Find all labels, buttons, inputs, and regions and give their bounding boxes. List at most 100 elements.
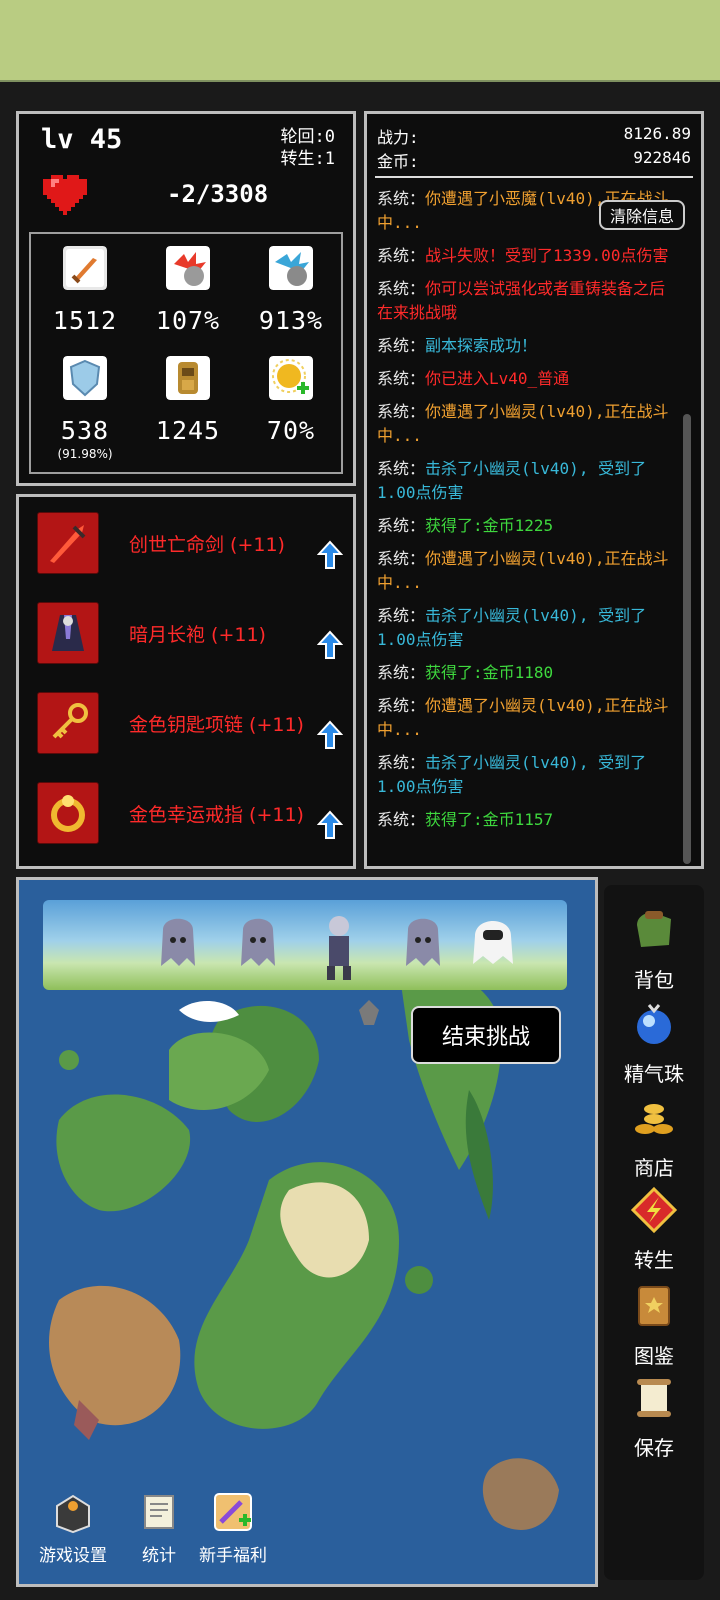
upgrade-arrow-icon[interactable] bbox=[317, 720, 343, 750]
shop-button[interactable]: 商店 bbox=[604, 1093, 704, 1181]
crit-blue-burst-icon bbox=[269, 246, 313, 290]
log-entry: 系统：获得了:金币1180 bbox=[377, 661, 671, 685]
gold-coins-icon bbox=[635, 1104, 673, 1134]
battle-sprites bbox=[161, 916, 513, 980]
log-entry-prefix: 系统： bbox=[377, 369, 426, 388]
upgrade-arrow-icon[interactable] bbox=[317, 630, 343, 660]
upgrade-arrow-icon[interactable] bbox=[317, 540, 343, 570]
equipment-name: 创世亡命剑 (+11) bbox=[129, 534, 285, 556]
log-entry-text: 副本探索成功！ bbox=[425, 336, 538, 355]
log-entry-prefix: 系统： bbox=[377, 402, 426, 421]
gold-ring-icon bbox=[51, 795, 85, 832]
equipment-name: 金色钥匙项链 (+11) bbox=[129, 714, 304, 736]
equipment-slot[interactable]: 金色钥匙项链 (+11) bbox=[37, 692, 347, 754]
log-entry-prefix: 系统： bbox=[377, 810, 426, 829]
bag-button[interactable]: 背包 bbox=[604, 905, 704, 993]
dark-robe-icon bbox=[52, 615, 84, 651]
scroll-save-icon bbox=[637, 1379, 671, 1417]
book-icon bbox=[638, 1286, 670, 1326]
log-entry-prefix: 系统： bbox=[377, 606, 426, 625]
crit-burst-icon bbox=[166, 246, 210, 290]
equipment-panel: 创世亡命剑 (+11) 暗月长袍 (+11) 金色钥匙项链 (+11) 金色幸运… bbox=[16, 494, 356, 869]
log-entry: 系统：战斗失败！受到了1339.00点伤害 bbox=[377, 244, 671, 268]
game-settings-button[interactable]: 游戏设置 bbox=[33, 1490, 113, 1566]
log-entry: 系统：你遭遇了小幽灵(lv40),正在战斗中... bbox=[377, 400, 671, 448]
ghost-enemy-icon bbox=[161, 918, 195, 966]
log-entry-prefix: 系统： bbox=[377, 279, 426, 298]
essence-orb-button[interactable]: 精气珠 bbox=[604, 999, 704, 1087]
log-scrollbar[interactable] bbox=[683, 414, 691, 864]
battle-banner bbox=[43, 900, 567, 990]
hp-value: -2/3308 bbox=[167, 180, 269, 208]
log-entry-text: 获得了:金币1180 bbox=[425, 663, 554, 682]
codex-button[interactable]: 图鉴 bbox=[604, 1281, 704, 1369]
log-list[interactable]: 系统：你遭遇了小恶魔(lv40),正在战斗中... 系统：战斗失败！受到了1339… bbox=[377, 178, 671, 832]
backpack-icon bbox=[637, 911, 671, 947]
equipment-slot[interactable]: 创世亡命剑 (+11) bbox=[37, 512, 347, 574]
stat-grid: 1512 107% 913% 538 (91.98%) 1245 70% bbox=[29, 232, 343, 474]
red-sword-icon bbox=[50, 525, 86, 563]
ghost-enemy-icon bbox=[406, 918, 440, 966]
log-entry-prefix: 系统： bbox=[377, 696, 426, 715]
battle-log-panel: 战力: 8126.89 金币: 922846 系统：你遭遇了小恶魔(lv40),… bbox=[364, 111, 704, 869]
clear-log-button[interactable]: 清除信息 bbox=[599, 200, 685, 230]
equipment-slot[interactable]: 暗月长袍 (+11) bbox=[37, 602, 347, 664]
rebirth-emblem-icon bbox=[630, 1186, 678, 1234]
log-entry-prefix: 系统： bbox=[377, 549, 426, 568]
gold-key-necklace-icon bbox=[52, 703, 88, 739]
shield-icon bbox=[63, 356, 107, 400]
log-entry: 系统：你遭遇了小幽灵(lv40),正在战斗中... bbox=[377, 547, 671, 595]
stat-attack: 1512 bbox=[35, 246, 135, 335]
log-entry: 系统：副本探索成功！ bbox=[377, 334, 671, 358]
sword-icon bbox=[63, 246, 107, 290]
heart-icon bbox=[43, 175, 87, 215]
world-map[interactable]: 结束挑战 游戏设置 统计 新手福利 bbox=[16, 877, 598, 1587]
log-entry: 系统：你遭遇了小幽灵(lv40),正在战斗中... bbox=[377, 694, 671, 742]
equipment-name: 金色幸运戒指 (+11) bbox=[129, 804, 304, 826]
equipment-slot[interactable]: 金色幸运戒指 (+11) bbox=[37, 782, 347, 844]
log-entry: 系统：击杀了小幽灵(lv40), 受到了1.00点伤害 bbox=[377, 457, 671, 505]
log-entry: 系统：击杀了小幽灵(lv40), 受到了1.00点伤害 bbox=[377, 604, 671, 652]
side-menu: 背包 精气珠 商店 转生 图鉴 保存 bbox=[604, 885, 704, 1580]
newbie-bonus-button[interactable]: 新手福利 bbox=[191, 1490, 275, 1566]
blue-orb-icon bbox=[637, 1004, 671, 1044]
statistics-button[interactable]: 统计 bbox=[129, 1490, 189, 1566]
hero-sprite-icon bbox=[327, 916, 351, 980]
scroll-icon bbox=[144, 1495, 174, 1529]
stat-luck: 70% bbox=[241, 356, 341, 445]
stat-crit-damage: 913% bbox=[241, 246, 341, 335]
log-entry-text: 获得了:金币1157 bbox=[425, 810, 554, 829]
log-entry-text: 战斗失败！受到了1339.00点伤害 bbox=[425, 246, 669, 265]
stat-toughness: 1245 bbox=[138, 356, 238, 445]
log-entry-prefix: 系统： bbox=[377, 336, 426, 355]
settings-chest-icon bbox=[56, 1494, 90, 1534]
log-entry-prefix: 系统： bbox=[377, 753, 426, 772]
log-entry: 系统：获得了:金币1225 bbox=[377, 514, 671, 538]
log-entry: 系统：你已进入Lv40_普通 bbox=[377, 367, 671, 391]
zhuansheng-count: 转生:1 bbox=[280, 149, 335, 169]
equipment-name: 暗月长袍 (+11) bbox=[129, 624, 266, 646]
log-entry-prefix: 系统： bbox=[377, 663, 426, 682]
sun-plus-icon bbox=[269, 356, 313, 400]
character-stats-panel: lv 45 轮回:0 转生:1 -2/3308 1512 107% 913% 5… bbox=[16, 111, 356, 486]
golden-armor-icon bbox=[166, 356, 210, 400]
log-entry-text: 获得了:金币1225 bbox=[425, 516, 554, 535]
gold-row: 金币: 922846 bbox=[377, 148, 691, 171]
stat-crit-rate: 107% bbox=[138, 246, 238, 335]
log-entry-prefix: 系统： bbox=[377, 189, 426, 208]
log-entry-text: 你已进入Lv40_普通 bbox=[425, 369, 570, 388]
gift-plus-icon bbox=[214, 1493, 252, 1531]
save-button[interactable]: 保存 bbox=[604, 1373, 704, 1461]
ghost-enemy-icon bbox=[241, 918, 275, 966]
end-challenge-button[interactable]: 结束挑战 bbox=[411, 1006, 561, 1064]
log-entry-prefix: 系统： bbox=[377, 246, 426, 265]
player-level: lv 45 bbox=[41, 124, 123, 155]
log-entry: 系统：击杀了小幽灵(lv40), 受到了1.00点伤害 bbox=[377, 751, 671, 799]
upgrade-arrow-icon[interactable] bbox=[317, 810, 343, 840]
gold-value: 922846 bbox=[633, 148, 691, 167]
stat-defense: 538 (91.98%) bbox=[35, 356, 135, 461]
rebirth-button[interactable]: 转生 bbox=[604, 1185, 704, 1273]
log-entry-prefix: 系统： bbox=[377, 516, 426, 535]
log-entry: 系统：你可以尝试强化或者重铸装备之后在来挑战哦 bbox=[377, 277, 671, 325]
log-entry: 系统：获得了:金币1157 bbox=[377, 808, 671, 832]
